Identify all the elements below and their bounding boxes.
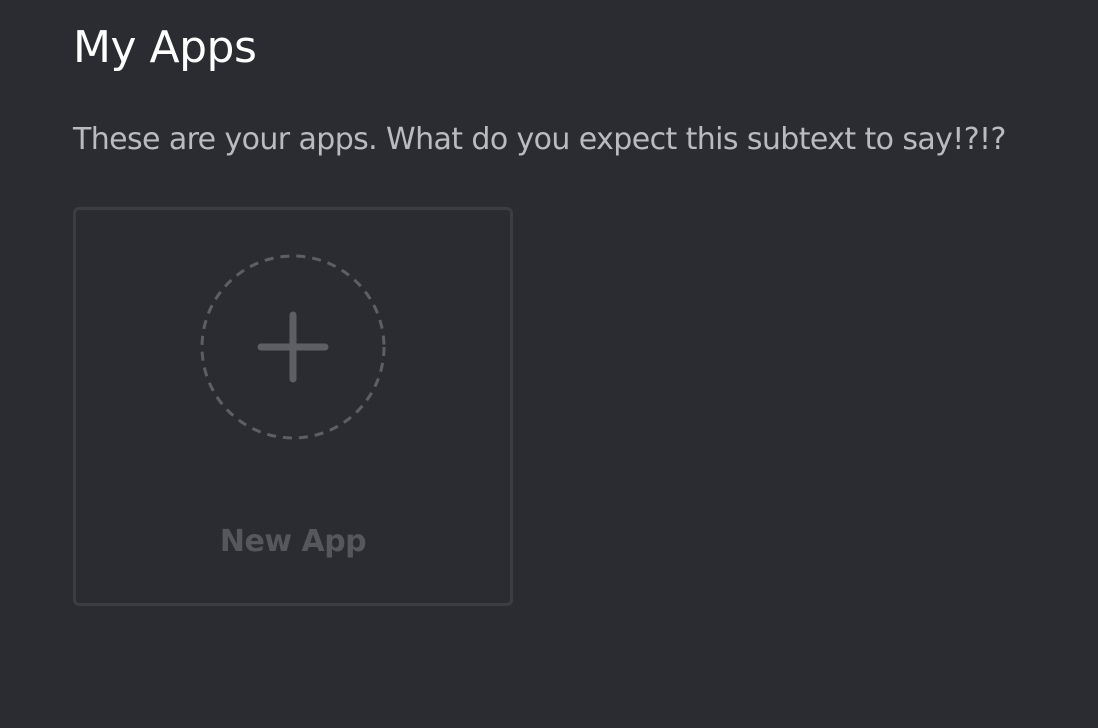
page-subtitle: These are your apps. What do you expect …: [73, 122, 1006, 157]
page-title: My Apps: [73, 22, 257, 73]
plus-icon: [200, 254, 386, 440]
new-app-label: New App: [219, 524, 367, 559]
new-app-card[interactable]: New App: [73, 207, 513, 606]
